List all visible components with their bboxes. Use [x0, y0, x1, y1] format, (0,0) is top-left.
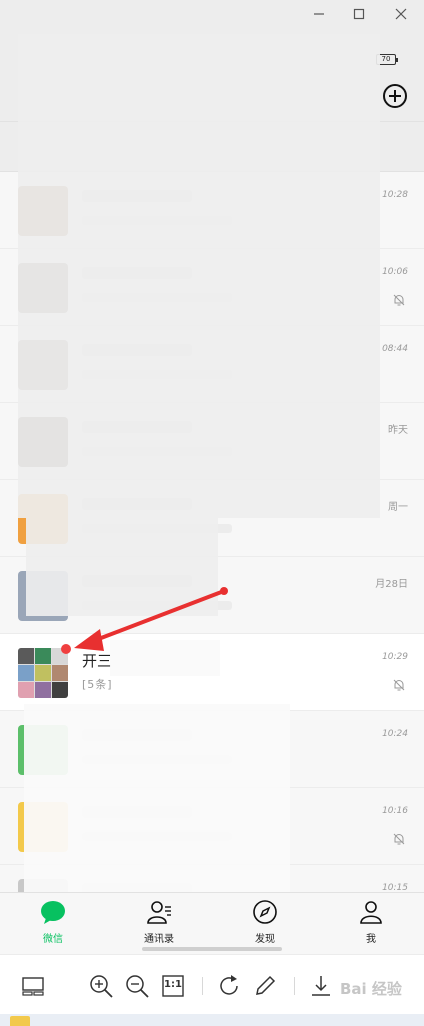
- actual-size-button[interactable]: 1:1: [160, 973, 186, 999]
- privacy-blur: [18, 34, 380, 518]
- nav-discover-label: 发现: [255, 934, 275, 945]
- nav-chats-label: 微信: [43, 934, 63, 945]
- nav-contacts-label: 通讯录: [144, 934, 174, 945]
- maximize-icon[interactable]: [346, 6, 372, 28]
- chat-time: 10:16: [382, 806, 408, 816]
- contacts-icon: [147, 901, 171, 924]
- nav-me-label: 我: [366, 934, 376, 945]
- download-icon[interactable]: [308, 973, 334, 999]
- chat-time: 10:28: [382, 190, 408, 200]
- nav-me[interactable]: 我: [336, 899, 406, 951]
- rotate-icon[interactable]: [216, 973, 242, 999]
- user-icon: [360, 901, 382, 924]
- chat-time: 10:06: [382, 267, 408, 277]
- window-titlebar: [0, 0, 424, 34]
- folder-icon[interactable]: [10, 1016, 30, 1026]
- edit-pencil-icon[interactable]: [252, 973, 278, 999]
- actual-size-label: 1:1: [164, 979, 182, 990]
- nav-contacts[interactable]: 通讯录: [124, 899, 194, 951]
- watermark: Bai 经验: [340, 980, 402, 998]
- chat-bubble-icon: [41, 901, 65, 924]
- chat-time: 昨天: [388, 425, 408, 436]
- zoom-in-icon[interactable]: [88, 973, 114, 999]
- plus-circle-icon[interactable]: [383, 84, 407, 108]
- group-avatar: [18, 648, 68, 698]
- bottom-nav: 微信 通讯录 发现 我: [0, 892, 424, 954]
- privacy-blur: [110, 640, 220, 676]
- thumbnail-icon[interactable]: [20, 973, 46, 999]
- unread-dot: [61, 644, 71, 654]
- home-indicator: [142, 947, 282, 951]
- close-icon[interactable]: [388, 6, 414, 28]
- chat-time: 10:29: [382, 652, 408, 662]
- chat-time: 10:24: [382, 729, 408, 739]
- mute-bell-icon: [392, 293, 406, 307]
- privacy-blur: [26, 518, 218, 616]
- nav-discover[interactable]: 发现: [230, 899, 300, 951]
- chat-preview: [5条]: [82, 678, 113, 691]
- privacy-blur: [24, 704, 290, 892]
- chat-name: 开三: [82, 652, 113, 670]
- toolbar-divider: [294, 977, 295, 995]
- nav-chats[interactable]: 微信: [18, 899, 88, 951]
- toolbar-divider: [202, 977, 203, 995]
- chat-time: 月28日: [375, 579, 408, 590]
- mute-bell-icon: [392, 832, 406, 846]
- chat-time: 10:15: [382, 883, 408, 892]
- taskbar: [0, 1014, 424, 1026]
- minimize-icon[interactable]: [306, 6, 332, 28]
- mute-bell-icon: [392, 678, 406, 692]
- compass-icon: [253, 900, 277, 924]
- chat-time: 周一: [388, 502, 408, 513]
- zoom-out-icon[interactable]: [124, 973, 150, 999]
- chat-time: 08:44: [382, 344, 408, 354]
